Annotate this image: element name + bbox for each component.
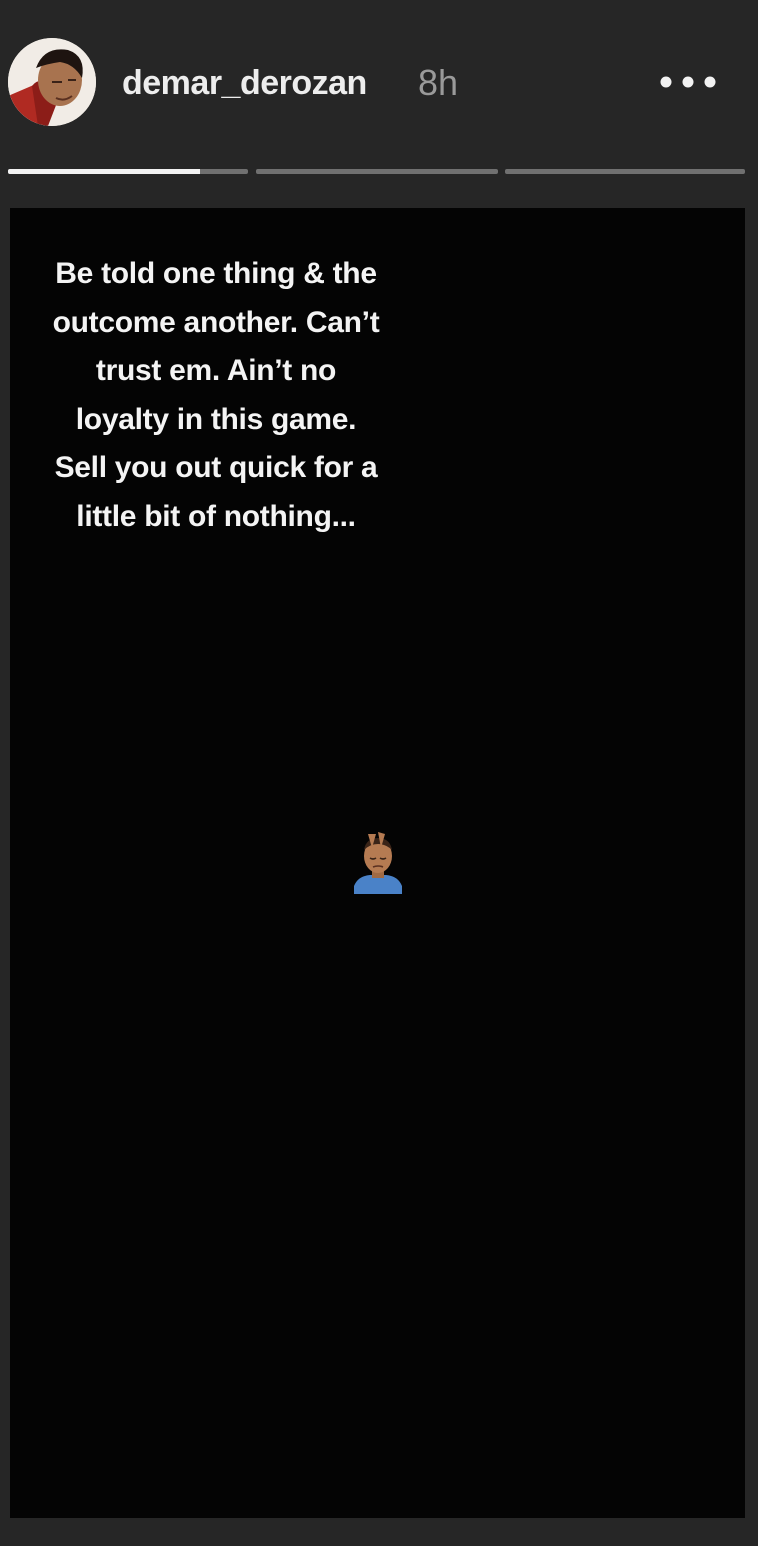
more-options-icon [660, 76, 716, 88]
person-facepalming-emoji-icon [348, 828, 408, 898]
avatar-image [8, 38, 96, 126]
story-caption: Be told one thing & the outcome another.… [52, 257, 380, 533]
post-time: 8h [418, 62, 459, 103]
progress-segment-fill [8, 169, 200, 174]
story-progress-bar [8, 169, 746, 175]
story-content[interactable]: Be told one thing & the outcome another.… [10, 208, 745, 1518]
profile-avatar[interactable] [8, 38, 96, 126]
progress-segment [505, 169, 745, 174]
more-options-button[interactable] [650, 60, 730, 104]
story-viewer: demar_derozan 8h Be told one thing & the… [0, 0, 758, 1546]
username[interactable]: demar_derozan [122, 62, 367, 104]
progress-segment [8, 169, 248, 174]
progress-segment [256, 169, 498, 174]
story-header: demar_derozan 8h [0, 0, 758, 160]
